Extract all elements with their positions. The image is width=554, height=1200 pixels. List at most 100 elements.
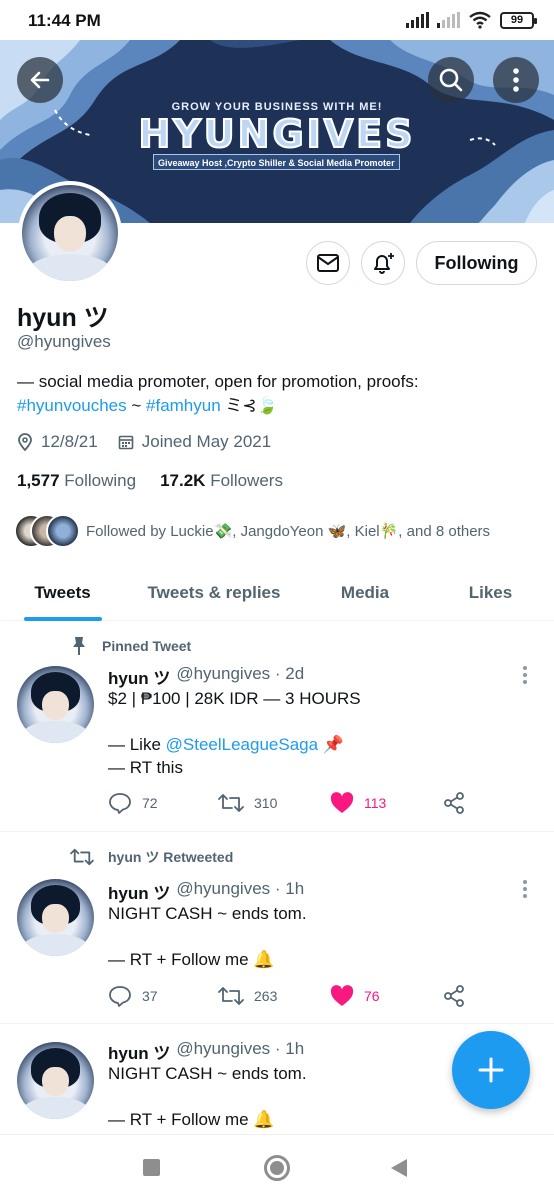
followers-count: 17.2K — [160, 471, 206, 490]
like-button[interactable]: 76 — [330, 981, 380, 1011]
profile-meta: 12/8/21 Joined May 2021 — [17, 432, 291, 452]
joined-text: Joined May 2021 — [141, 432, 272, 451]
wifi-icon — [469, 11, 491, 29]
status-icons: 99 — [406, 11, 537, 29]
tab-media[interactable]: Media — [303, 565, 427, 621]
tweet-line: $2 | ₱100 | 28K IDR — 3 HOURS — [108, 689, 361, 708]
followers-label: Followers — [210, 471, 283, 490]
profile-bio: — social media promoter, open for promot… — [17, 370, 537, 418]
profile-avatar[interactable] — [18, 181, 122, 285]
envelope-icon — [317, 254, 339, 272]
tab-likes[interactable]: Likes — [427, 565, 554, 621]
retweet-icon — [218, 987, 244, 1005]
tweet-body: NIGHT CASH ~ ends tom. — RT + Follow me 🔔 — [108, 1062, 508, 1131]
bio-text: — social media promoter, open for promot… — [17, 372, 419, 391]
reply-count: 37 — [142, 988, 158, 1004]
share-icon — [444, 985, 464, 1007]
bio-hashtag-famhyun[interactable]: #famhyun — [146, 396, 221, 415]
heart-icon — [330, 985, 354, 1006]
system-nav-bar — [0, 1134, 554, 1200]
followed-by-text: Followed by Luckie💸, JangdoYeon 🦋, Kiel🎋… — [86, 523, 491, 540]
tweet-line: — RT + Follow me 🔔 — [108, 1110, 275, 1129]
heart-icon — [330, 792, 354, 813]
tweet-line: — RT + Follow me 🔔 — [108, 950, 275, 969]
tweet-context: Pinned Tweet — [70, 636, 191, 656]
bio-hashtag-hyunvouches[interactable]: #hyunvouches — [17, 396, 127, 415]
reply-button[interactable]: 72 — [108, 788, 158, 818]
retweet-button[interactable]: 263 — [218, 981, 277, 1011]
compose-tweet-button[interactable] — [452, 1031, 530, 1109]
message-button[interactable] — [306, 241, 350, 285]
tweet-avatar[interactable] — [17, 1042, 94, 1119]
tweet-author-name[interactable]: hyun ツ — [108, 664, 170, 689]
tweet-actions: 37 263 76 — [108, 981, 478, 1011]
tweet-header: hyun ツ @hyungives · 1h — [108, 1039, 304, 1064]
tweet-author-name[interactable]: hyun ツ — [108, 1039, 170, 1064]
mention-link[interactable]: @SteelLeagueSaga — [166, 735, 318, 754]
tweet-more-button[interactable] — [520, 880, 530, 898]
profile-name: hyun ツ — [17, 304, 109, 332]
notifications-button[interactable] — [361, 241, 405, 285]
reply-icon — [109, 986, 131, 1007]
reply-count: 72 — [142, 795, 158, 811]
more-options-button[interactable] — [493, 57, 539, 103]
arrow-left-icon — [30, 71, 50, 89]
like-button[interactable]: 113 — [330, 788, 386, 818]
calendar-icon — [118, 435, 134, 450]
more-vertical-icon — [513, 68, 519, 92]
tweet-avatar[interactable] — [17, 666, 94, 743]
tweet-body: NIGHT CASH ~ ends tom. — RT + Follow me 🔔 — [108, 902, 508, 971]
banner-tagline: Giveaway Host ,Crypto Shiller & Social M… — [153, 154, 400, 170]
tweet-line: NIGHT CASH ~ ends tom. — [108, 1064, 307, 1083]
location-text: 12/8/21 — [41, 432, 98, 451]
retweet-button[interactable]: 310 — [218, 788, 277, 818]
retweet-count: 263 — [254, 988, 278, 1004]
share-icon — [444, 792, 464, 814]
tweet-line: — RT this — [108, 758, 183, 777]
bio-separator: ~ — [126, 396, 147, 415]
like-count: 113 — [364, 795, 387, 811]
following-count-link[interactable]: 1,577 Following — [17, 471, 136, 491]
tweet-handle-time: @hyungives · 2d — [176, 664, 305, 683]
bell-plus-icon — [374, 253, 394, 274]
tab-tweets[interactable]: Tweets — [0, 565, 125, 621]
tweet-author-name[interactable]: hyun ツ — [108, 879, 170, 904]
tweet-context-text: hyun ツ Retweeted — [108, 849, 234, 865]
battery-icon: 99 — [500, 11, 537, 29]
tweet-more-button[interactable] — [520, 666, 530, 684]
tweet-handle-time: @hyungives · 1h — [176, 1039, 305, 1058]
joined-item: Joined May 2021 — [118, 432, 271, 452]
share-button[interactable] — [442, 981, 466, 1011]
follower-avatar — [46, 514, 80, 548]
share-button[interactable] — [442, 788, 466, 818]
following-button[interactable]: Following — [416, 241, 537, 285]
recent-apps-icon[interactable] — [143, 1159, 160, 1176]
profile-handle: @hyungives — [17, 332, 111, 351]
reply-button[interactable]: 37 — [108, 981, 158, 1011]
tweet-item[interactable]: hyun ツ Retweeted hyun ツ @hyungives · 1h … — [0, 833, 554, 1024]
plus-icon — [478, 1057, 504, 1083]
status-bar: 11:44 PM 99 — [0, 0, 554, 40]
retweet-count: 310 — [254, 795, 278, 811]
tweet-header: hyun ツ @hyungives · 2d — [108, 664, 304, 689]
following-label: Following — [64, 471, 137, 490]
avatar-image — [22, 185, 118, 281]
followed-by-row[interactable]: Followed by Luckie💸, JangdoYeon 🦋, Kiel🎋… — [14, 514, 490, 548]
tab-tweets-replies[interactable]: Tweets & replies — [125, 565, 303, 621]
tweet-context-text: Pinned Tweet — [102, 638, 192, 654]
bio-emoji: ミ⊰🍃 — [220, 396, 278, 415]
follower-avatars — [14, 514, 80, 548]
followers-count-link[interactable]: 17.2K Followers — [160, 471, 283, 491]
tweet-item[interactable]: Pinned Tweet hyun ツ @hyungives · 2d $2 |… — [0, 622, 554, 832]
back-icon[interactable] — [391, 1159, 407, 1177]
pin-icon — [73, 637, 85, 655]
signal-icon-2 — [437, 12, 460, 28]
home-icon[interactable] — [264, 1155, 290, 1181]
following-count: 1,577 — [17, 471, 60, 490]
status-time: 11:44 PM — [28, 11, 101, 30]
back-button[interactable] — [17, 57, 63, 103]
tweet-line: — Like @SteelLeagueSaga 📌 — [108, 735, 344, 754]
signal-icon — [406, 12, 429, 28]
tweet-avatar[interactable] — [17, 879, 94, 956]
search-button[interactable] — [428, 57, 474, 103]
